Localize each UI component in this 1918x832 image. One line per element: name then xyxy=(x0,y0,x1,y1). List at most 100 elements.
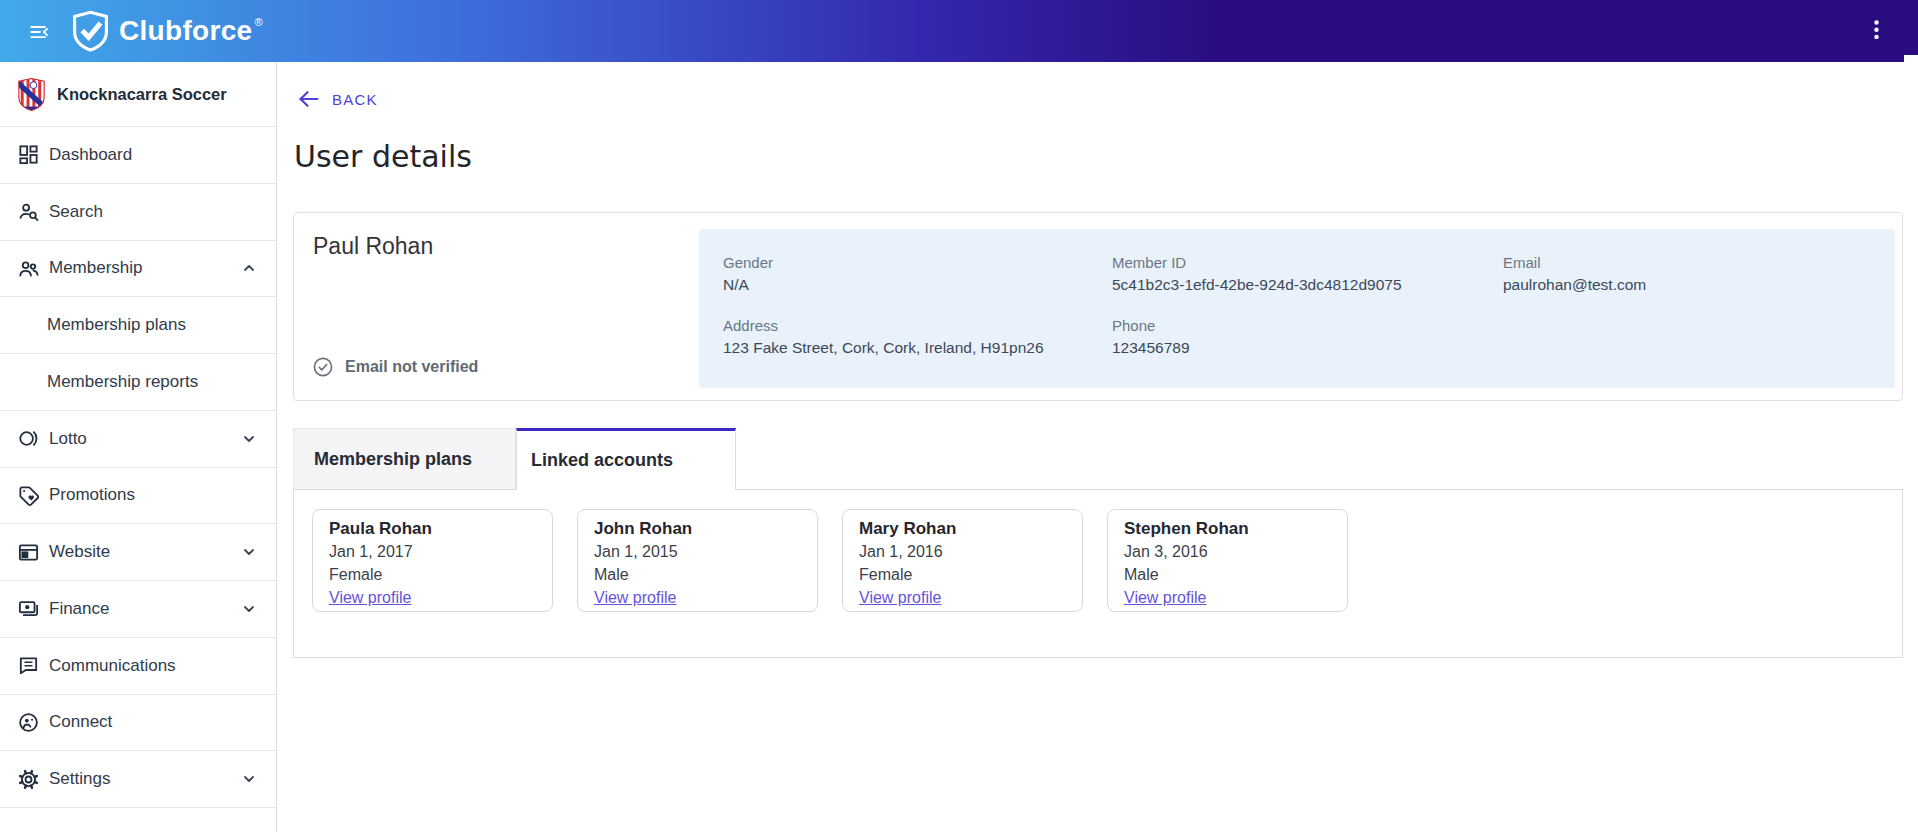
account-date: Jan 1, 2015 xyxy=(594,540,801,563)
info-field-email: Emailpaulrohan@test.com xyxy=(1503,252,1646,296)
view-profile-link[interactable]: View profile xyxy=(329,586,411,609)
club-crest-icon xyxy=(18,78,45,111)
chevron-down-icon xyxy=(242,545,256,559)
info-column: Emailpaulrohan@test.com xyxy=(1503,229,1646,296)
registered-mark: ® xyxy=(254,16,262,28)
account-name: Mary Rohan xyxy=(859,517,1066,540)
chevron-down-icon xyxy=(242,432,256,446)
field-value: N/A xyxy=(723,273,1044,296)
sidebar-item-membership[interactable]: Membership xyxy=(0,241,276,298)
info-column: GenderN/A Address123 Fake Street, Cork, C… xyxy=(723,229,1044,359)
chevron-up-icon xyxy=(242,261,256,275)
search-icon xyxy=(17,200,40,223)
sidebar-item-membership-reports[interactable]: Membership reports xyxy=(0,354,276,411)
overflow-menu-button[interactable] xyxy=(1864,17,1889,44)
account-gender: Male xyxy=(1124,563,1331,586)
kebab-menu-icon xyxy=(1864,17,1889,44)
sidebar-item-finance[interactable]: Finance xyxy=(0,581,276,638)
view-profile-link[interactable]: View profile xyxy=(1124,586,1206,609)
sidebar-item-promotions[interactable]: Promotions xyxy=(0,468,276,525)
linked-account-card: Paula RohanJan 1, 2017FemaleView profile xyxy=(312,509,553,612)
sidebar-item-website[interactable]: Website xyxy=(0,524,276,581)
chevron-down-icon xyxy=(242,772,256,786)
account-gender: Female xyxy=(329,563,536,586)
account-name: Paula Rohan xyxy=(329,517,536,540)
account-gender: Female xyxy=(859,563,1066,586)
communications-icon xyxy=(17,654,40,677)
sidebar-item-communications[interactable]: Communications xyxy=(0,638,276,695)
brand-name: Clubforce xyxy=(119,8,252,54)
tab-bar: Membership plans Linked accounts xyxy=(293,428,736,490)
view-profile-link[interactable]: View profile xyxy=(594,586,676,609)
sidebar-item-label: Membership reports xyxy=(47,372,256,392)
linked-account-card: John RohanJan 1, 2015MaleView profile xyxy=(577,509,818,612)
info-field-address: Address123 Fake Street, Cork, Cork, Irel… xyxy=(723,315,1044,359)
connect-icon xyxy=(17,711,40,734)
linked-account-card: Mary RohanJan 1, 2016FemaleView profile xyxy=(842,509,1083,612)
email-status-label: Email not verified xyxy=(345,358,478,376)
linked-account-card: Stephen RohanJan 3, 2016MaleView profile xyxy=(1107,509,1348,612)
account-gender: Male xyxy=(594,563,801,586)
finance-icon xyxy=(17,597,40,620)
membership-icon xyxy=(17,257,40,280)
field-value: 123456789 xyxy=(1112,336,1402,359)
sidebar-item-label: Settings xyxy=(49,769,242,789)
info-field-gender: GenderN/A xyxy=(723,252,1044,296)
field-label: Gender xyxy=(723,252,1044,273)
field-label: Phone xyxy=(1112,315,1402,336)
settings-icon xyxy=(17,768,40,791)
sidebar-item-label: Connect xyxy=(49,712,256,732)
info-field-member-id: Member ID5c41b2c3-1efd-42be-924d-3dc4812… xyxy=(1112,252,1402,296)
sidebar-item-label: Finance xyxy=(49,599,242,619)
sidebar-item-label: Communications xyxy=(49,656,256,676)
account-name: John Rohan xyxy=(594,517,801,540)
scrollbar-corner xyxy=(1904,55,1918,62)
dashboard-icon xyxy=(17,143,40,166)
sidebar: Knocknacarra Soccer Dashboard Search Membe… xyxy=(0,62,277,832)
back-label: BACK xyxy=(332,91,378,108)
field-value: paulrohan@test.com xyxy=(1503,273,1646,296)
sidebar-item-dashboard[interactable]: Dashboard xyxy=(0,127,276,184)
info-field-phone: Phone123456789 xyxy=(1112,315,1402,359)
field-value: 123 Fake Street, Cork, Cork, Ireland, H9… xyxy=(723,336,1044,359)
sidebar-item-label: Lotto xyxy=(49,429,242,449)
sidebar-item-settings[interactable]: Settings xyxy=(0,751,276,808)
brand: Clubforce ® xyxy=(72,8,263,54)
sidebar-item-connect[interactable]: Connect xyxy=(0,695,276,752)
back-arrow-icon xyxy=(297,89,320,109)
user-details-card: Paul Rohan Email not verified GenderN/A A… xyxy=(293,212,1903,401)
sidebar-item-search[interactable]: Search xyxy=(0,184,276,241)
account-date: Jan 3, 2016 xyxy=(1124,540,1331,563)
chevron-down-icon xyxy=(242,602,256,616)
sidebar-item-label: Membership xyxy=(49,258,242,278)
linked-accounts-list: Paula RohanJan 1, 2017FemaleView profile… xyxy=(312,509,1348,612)
sidebar-item-label: Membership plans xyxy=(47,315,256,335)
tab-membership-plans[interactable]: Membership plans xyxy=(293,428,516,489)
sidebar-item-label: Promotions xyxy=(49,485,256,505)
sidebar-item-lotto[interactable]: Lotto xyxy=(0,411,276,468)
club-header: Knocknacarra Soccer xyxy=(0,62,276,127)
email-status: Email not verified xyxy=(313,357,478,377)
field-label: Email xyxy=(1503,252,1646,273)
sidebar-item-label: Search xyxy=(49,202,256,222)
tab-label: Membership plans xyxy=(314,449,472,470)
sidebar-item-membership-plans[interactable]: Membership plans xyxy=(0,297,276,354)
account-name: Stephen Rohan xyxy=(1124,517,1331,540)
user-info-panel: GenderN/A Address123 Fake Street, Cork, C… xyxy=(699,229,1895,388)
app-header: Clubforce ® xyxy=(0,0,1918,62)
sidebar-item-label: Dashboard xyxy=(49,145,256,165)
info-column: Member ID5c41b2c3-1efd-42be-924d-3dc4812… xyxy=(1112,229,1402,359)
field-label: Member ID xyxy=(1112,252,1402,273)
sidebar-toggle-button[interactable] xyxy=(28,21,50,43)
sidebar-nav: Dashboard Search Membership Membership plan… xyxy=(0,127,276,808)
lotto-icon xyxy=(17,427,40,450)
sidebar-item-label: Website xyxy=(49,542,242,562)
user-name: Paul Rohan xyxy=(313,233,433,260)
promotions-icon xyxy=(17,484,40,507)
tab-linked-accounts[interactable]: Linked accounts xyxy=(516,428,736,490)
view-profile-link[interactable]: View profile xyxy=(859,586,941,609)
check-circle-icon xyxy=(313,357,333,377)
page-title: User details xyxy=(294,139,472,174)
back-link[interactable]: BACK xyxy=(297,89,378,109)
club-name: Knocknacarra Soccer xyxy=(57,85,227,104)
